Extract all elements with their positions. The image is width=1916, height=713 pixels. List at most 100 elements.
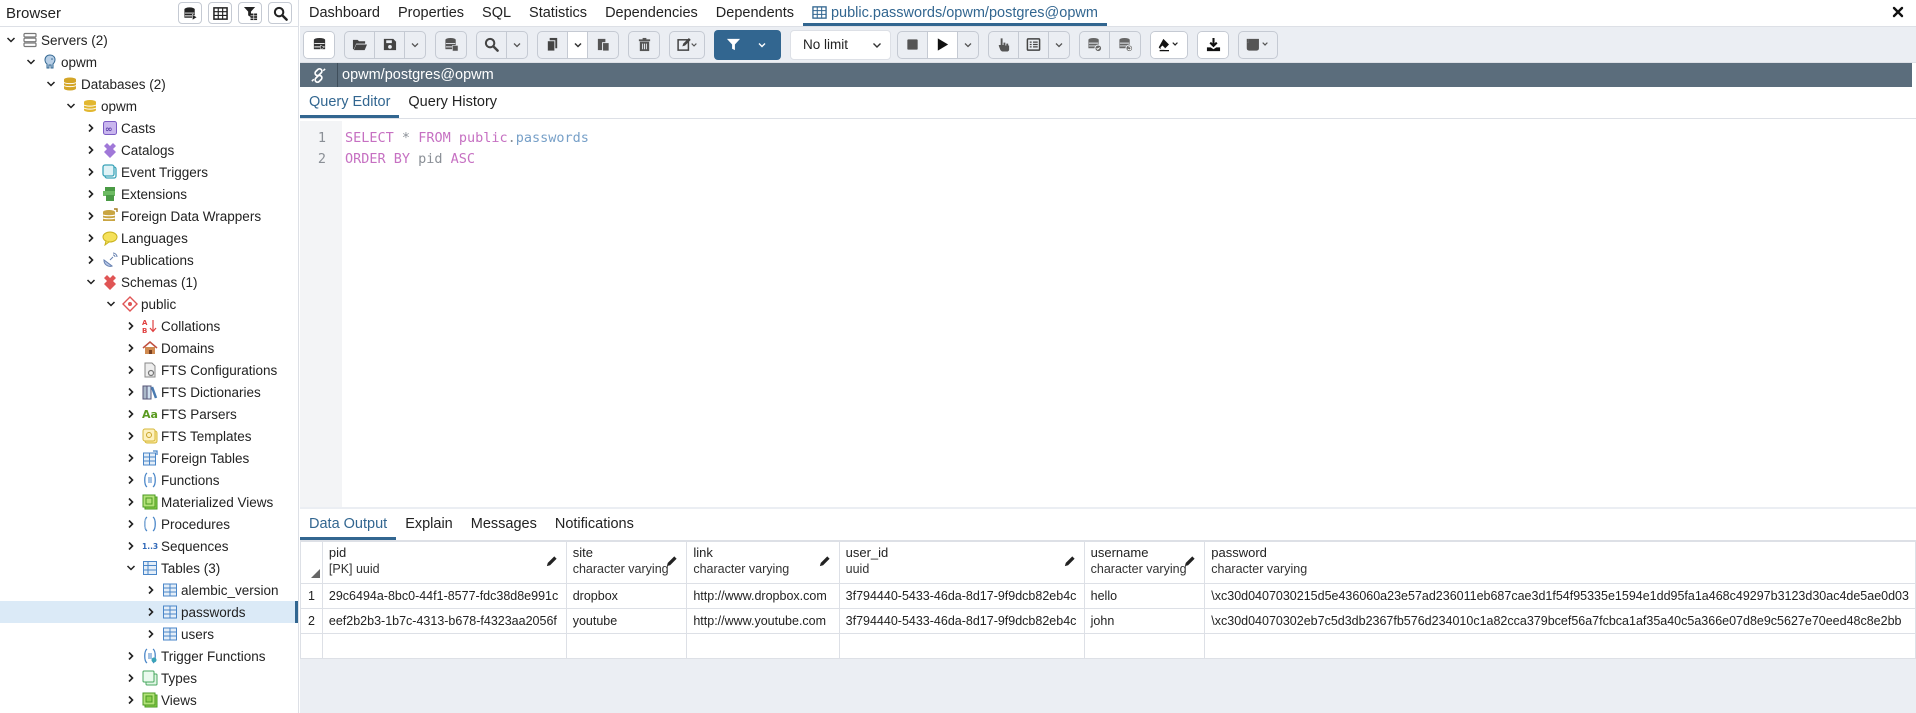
tree-node[interactable]: Aa FTS Parsers (0, 403, 298, 425)
column-header-user-id[interactable]: user_id uuid (838, 541, 1085, 584)
table-cell[interactable]: youtube (565, 608, 688, 634)
empty-cell[interactable] (1083, 633, 1206, 659)
chevron-right-icon[interactable] (124, 451, 138, 465)
code-line[interactable]: SELECT * FROM public. passwords (345, 127, 589, 148)
close-tab-button[interactable] (1890, 4, 1906, 20)
chevron-right-icon[interactable] (124, 429, 138, 443)
chevron-right-icon[interactable] (84, 187, 98, 201)
tree-node[interactable]: Servers (2) (0, 29, 298, 51)
find-button[interactable] (477, 31, 507, 58)
tree-node[interactable]: Procedures (0, 513, 298, 535)
chevron-right-icon[interactable] (124, 473, 138, 487)
tree-node[interactable]: Foreign Data Wrappers (0, 205, 298, 227)
empty-cell[interactable] (321, 633, 567, 659)
tab-data-output[interactable]: Data Output (300, 508, 397, 540)
tree-node[interactable]: Trigger Functions (0, 645, 298, 667)
tab-sql[interactable]: SQL (473, 0, 520, 26)
table-cell[interactable]: http://www.dropbox.com (686, 583, 840, 609)
tree-node[interactable]: Domains (0, 337, 298, 359)
chevron-right-icon[interactable] (124, 407, 138, 421)
chevron-right-icon[interactable] (124, 539, 138, 553)
save-file-button[interactable] (375, 31, 405, 58)
execute-query-button[interactable] (928, 31, 958, 58)
empty-cell[interactable] (686, 633, 840, 659)
tree-node[interactable]: Publications (0, 249, 298, 271)
filter-button[interactable] (714, 30, 752, 60)
tree-node[interactable]: FTS Templates (0, 425, 298, 447)
macros-button[interactable] (1239, 32, 1277, 58)
filter-options-dropdown[interactable] (752, 30, 772, 60)
tree-node[interactable]: passwords (0, 601, 298, 623)
row-limit-select[interactable]: No limit (790, 29, 891, 60)
table-cell[interactable]: \xc30d04070302eb7c5d3db2367fb576d234010c… (1204, 608, 1916, 634)
column-header-link[interactable]: link character varying (686, 541, 840, 584)
tree-node[interactable]: opwm (0, 51, 298, 73)
tab-explain[interactable]: Explain (396, 508, 462, 540)
tree-node[interactable]: public (0, 293, 298, 315)
tree-node[interactable]: 1..3 Sequences (0, 535, 298, 557)
column-header-pid[interactable]: pid [PK] uuid (321, 541, 567, 584)
table-cell[interactable]: dropbox (565, 583, 688, 609)
tree-node[interactable]: users (0, 623, 298, 645)
view-data-button[interactable] (208, 2, 232, 24)
stop-query-button[interactable] (898, 31, 928, 58)
column-header-site[interactable]: site character varying (565, 541, 688, 584)
tree-node[interactable]: opwm (0, 95, 298, 117)
tree-node[interactable]: Extensions (0, 183, 298, 205)
tree-node[interactable]: alembic_version (0, 579, 298, 601)
chevron-right-icon[interactable] (124, 671, 138, 685)
table-cell[interactable]: \xc30d0407030215d5e436060a23e57ad236011e… (1204, 583, 1916, 609)
empty-cell[interactable] (565, 633, 688, 659)
sql-editor[interactable]: 12 SELECT * FROM public. passwords ORDER B… (300, 121, 1916, 507)
tree-node[interactable]: Materialized Views (0, 491, 298, 513)
code-line[interactable]: ORDER BY pid ASC (345, 148, 475, 169)
chevron-right-icon[interactable] (84, 209, 98, 223)
open-file-button[interactable] (345, 31, 375, 58)
chevron-down-icon[interactable] (64, 99, 78, 113)
row-number[interactable]: 1 (300, 583, 323, 609)
chevron-down-icon[interactable] (104, 297, 118, 311)
chevron-right-icon[interactable] (84, 121, 98, 135)
connection-status-toggle[interactable] (300, 63, 338, 87)
chevron-right-icon[interactable] (124, 385, 138, 399)
chevron-right-icon[interactable] (124, 319, 138, 333)
tab-statistics[interactable]: Statistics (520, 0, 596, 26)
tab-notifications[interactable]: Notifications (546, 508, 643, 540)
tab-query-tool[interactable]: public.passwords/opwm/postgres@opwm (802, 0, 1107, 26)
tab-dependents[interactable]: Dependents (707, 0, 803, 26)
empty-cell[interactable] (300, 633, 323, 659)
explain-analyze-button[interactable] (1019, 31, 1049, 58)
explain-options-dropdown[interactable] (1049, 32, 1069, 58)
chevron-down-icon[interactable] (124, 561, 138, 575)
tab-dependencies[interactable]: Dependencies (596, 0, 707, 26)
rollback-button[interactable] (1110, 32, 1140, 58)
download-button[interactable] (1198, 31, 1228, 58)
tab-query-editor[interactable]: Query Editor (300, 86, 400, 118)
clear-button[interactable] (1151, 31, 1187, 58)
table-cell[interactable]: 29c6494a-8bc0-44f1-8577-fdc38d8e991c (321, 583, 567, 609)
chevron-right-icon[interactable] (84, 253, 98, 267)
chevron-right-icon[interactable] (144, 583, 158, 597)
chevron-down-icon[interactable] (4, 33, 18, 47)
delete-rows-button[interactable] (629, 32, 659, 58)
chevron-down-icon[interactable] (84, 275, 98, 289)
chevron-right-icon[interactable] (124, 363, 138, 377)
chevron-right-icon[interactable] (144, 605, 158, 619)
tree-node[interactable]: A B Collations (0, 315, 298, 337)
chevron-right-icon[interactable] (124, 517, 138, 531)
empty-cell[interactable] (838, 633, 1085, 659)
tree-node[interactable]: Foreign Tables (0, 447, 298, 469)
tree-node[interactable]: Views (0, 689, 298, 711)
paste-button[interactable] (588, 32, 618, 58)
tab-query-history[interactable]: Query History (399, 86, 506, 118)
table-cell[interactable]: 3f794440-5433-46da-8d17-9f9dcb82eb4c (838, 608, 1085, 634)
tab-messages[interactable]: Messages (462, 508, 546, 540)
tree-node[interactable]: FTS Configurations (0, 359, 298, 381)
tree-node[interactable]: Types (0, 667, 298, 689)
column-header-password[interactable]: password character varying (1204, 541, 1916, 584)
table-cell[interactable]: http://www.youtube.com (686, 608, 840, 634)
tree-node[interactable]: Event Triggers (0, 161, 298, 183)
chevron-down-icon[interactable] (24, 55, 38, 69)
chevron-right-icon[interactable] (84, 165, 98, 179)
chevron-right-icon[interactable] (84, 143, 98, 157)
